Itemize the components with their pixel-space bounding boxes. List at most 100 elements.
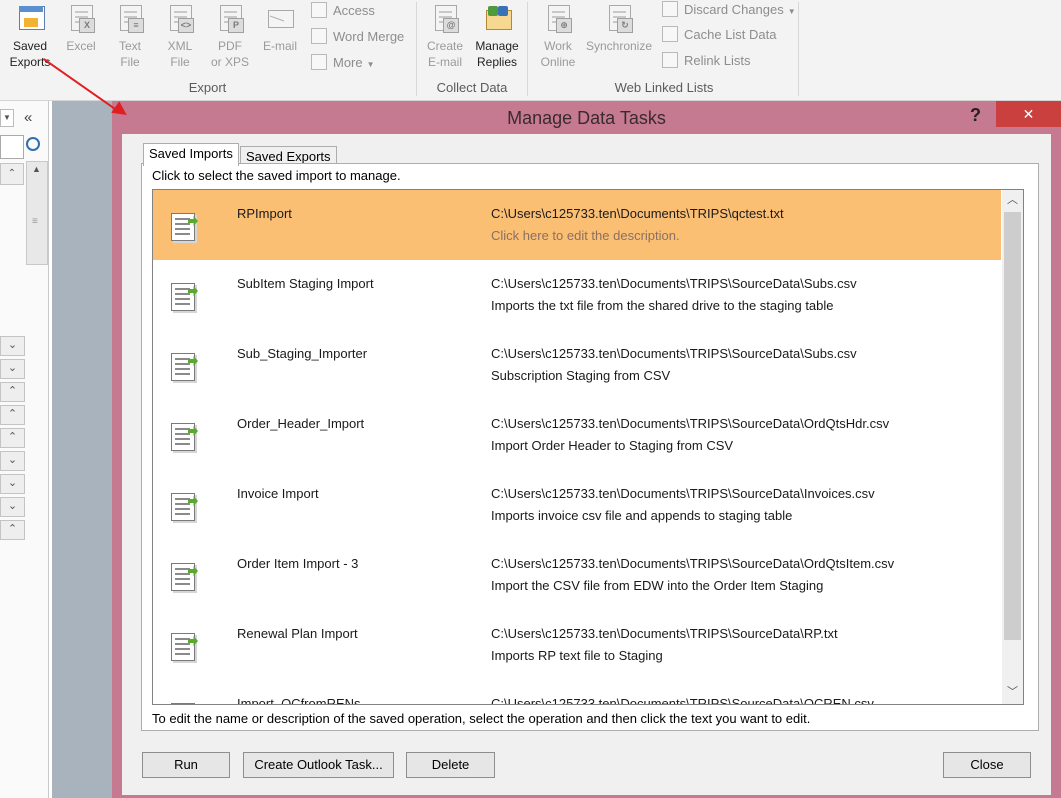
saved-imports-panel: Click to select the saved import to mana… xyxy=(141,163,1039,731)
relink-lists-button[interactable]: Relink Lists xyxy=(662,52,750,70)
more-export-button[interactable]: More ▼ xyxy=(311,54,375,72)
item-description[interactable]: Import Order Header to Staging from CSV xyxy=(491,438,733,453)
nav-group-toggle[interactable]: ⌄ xyxy=(0,474,25,494)
nav-scrollbar[interactable]: ▲ ≡ xyxy=(26,161,48,265)
chevron-up-icon[interactable]: ︿ xyxy=(1002,190,1023,210)
import-spec-icon xyxy=(171,630,198,661)
import-spec-icon xyxy=(171,210,198,241)
search-input[interactable] xyxy=(0,135,24,159)
collapse-pane-icon[interactable]: « xyxy=(24,109,32,126)
delete-button[interactable]: Delete xyxy=(406,752,495,778)
pdf-icon: P xyxy=(215,4,245,34)
group-separator xyxy=(798,2,799,96)
chevron-down-icon[interactable]: ﹀ xyxy=(1002,682,1023,702)
xml-file-icon: <> xyxy=(165,4,195,34)
import-spec-icon xyxy=(171,560,198,591)
nav-group-toggle[interactable]: ⌄ xyxy=(0,336,25,356)
export-excel-button[interactable]: X Excel xyxy=(53,4,109,54)
export-access-button[interactable]: Access xyxy=(311,2,375,20)
manage-replies-button[interactable]: Manage Replies xyxy=(469,4,525,70)
export-pdf-xps-button[interactable]: P PDF or XPS xyxy=(202,4,258,70)
list-item[interactable]: Renewal Plan Import C:\Users\c125733.ten… xyxy=(153,610,1001,680)
work-online-icon: ⊕ xyxy=(543,4,573,34)
list-item[interactable]: Invoice Import C:\Users\c125733.ten\Docu… xyxy=(153,470,1001,540)
close-window-button[interactable]: ✕ xyxy=(996,101,1061,127)
item-name[interactable]: Sub_Staging_Importer xyxy=(237,346,367,361)
list-item[interactable]: Order Item Import - 3 C:\Users\c125733.t… xyxy=(153,540,1001,610)
item-description[interactable]: Imports RP text file to Staging xyxy=(491,648,663,663)
group-label-collect-data: Collect Data xyxy=(436,80,508,95)
export-email-button[interactable]: E-mail xyxy=(252,4,308,54)
cache-list-data-button[interactable]: Cache List Data xyxy=(662,26,777,44)
list-item[interactable]: SubItem Staging Import C:\Users\c125733.… xyxy=(153,260,1001,330)
create-outlook-task-button[interactable]: Create Outlook Task... xyxy=(243,752,394,778)
item-name[interactable]: Order_Header_Import xyxy=(237,416,364,431)
discard-changes-button[interactable]: Discard Changes ▼ xyxy=(662,1,796,19)
item-path: C:\Users\c125733.ten\Documents\TRIPS\Sou… xyxy=(491,556,895,571)
item-name[interactable]: Order Item Import - 3 xyxy=(237,556,358,571)
saved-exports-button[interactable]: Saved Exports xyxy=(2,4,58,70)
synchronize-button[interactable]: ↻ Synchronize xyxy=(580,4,658,54)
item-description[interactable]: Imports the txt file from the shared dri… xyxy=(491,298,834,313)
list-item[interactable]: Sub_Staging_Importer C:\Users\c125733.te… xyxy=(153,330,1001,400)
list-item[interactable]: RPImport C:\Users\c125733.ten\Documents\… xyxy=(153,190,1001,260)
create-email-button[interactable]: @ Create E-mail xyxy=(417,4,473,70)
tab-saved-imports[interactable]: Saved Imports xyxy=(143,143,239,166)
item-path: C:\Users\c125733.ten\Documents\TRIPS\Sou… xyxy=(491,346,857,361)
nav-group-toggle[interactable]: ⌄ xyxy=(0,359,25,379)
nav-group-toggle[interactable]: ⌄ xyxy=(0,451,25,471)
dropdown-icon[interactable]: ▼ xyxy=(0,109,14,127)
group-label-export: Export xyxy=(188,80,227,95)
manage-replies-icon xyxy=(482,4,512,34)
list-item[interactable]: Import_QCfromRENs C:\Users\c125733.ten\D… xyxy=(153,680,1001,705)
navigation-pane: ▼ « ⌃ ▲ ≡ ⌄ ⌄ ⌃ ⌃ ⌃ ⌄ ⌄ ⌄ ⌃ xyxy=(0,101,49,798)
list-item[interactable]: Order_Header_Import C:\Users\c125733.ten… xyxy=(153,400,1001,470)
saved-imports-list[interactable]: RPImport C:\Users\c125733.ten\Documents\… xyxy=(152,189,1024,705)
item-description[interactable]: Import the CSV file from EDW into the Or… xyxy=(491,578,823,593)
item-description[interactable]: Imports invoice csv file and appends to … xyxy=(491,508,792,523)
help-icon[interactable]: ? xyxy=(970,105,981,126)
item-name[interactable]: Import_QCfromRENs xyxy=(237,696,361,704)
export-xml-file-button[interactable]: <> XML File xyxy=(152,4,208,70)
item-path: C:\Users\c125733.ten\Documents\TRIPS\Sou… xyxy=(491,696,874,705)
nav-group-toggle[interactable]: ⌃ xyxy=(0,428,25,448)
item-description[interactable]: Click here to edit the description. xyxy=(491,228,680,243)
item-description[interactable]: Subscription Staging from CSV xyxy=(491,368,670,383)
instruction-text: Click to select the saved import to mana… xyxy=(152,168,401,183)
chevron-down-icon: ▼ xyxy=(366,60,375,69)
chevron-down-icon: ▼ xyxy=(787,7,796,16)
nav-group-toggle[interactable]: ⌃ xyxy=(0,520,25,540)
item-name[interactable]: Renewal Plan Import xyxy=(237,626,358,641)
word-icon xyxy=(311,28,327,44)
scrollbar-thumb[interactable] xyxy=(1004,212,1021,640)
import-spec-icon xyxy=(171,350,198,381)
nav-group-toggle[interactable]: ⌃ xyxy=(0,405,25,425)
nav-group-toggle[interactable]: ⌃ xyxy=(0,382,25,402)
import-spec-icon xyxy=(171,700,197,704)
nav-group-toggle[interactable]: ⌄ xyxy=(0,497,25,517)
discard-icon xyxy=(662,1,678,17)
import-spec-icon xyxy=(171,280,198,311)
export-text-file-button[interactable]: ≡ Text File xyxy=(102,4,158,70)
relink-icon xyxy=(662,52,678,68)
more-icon xyxy=(311,54,327,70)
word-merge-button[interactable]: Word Merge xyxy=(311,28,404,46)
dialog-client-area: Saved Imports Saved Exports Click to sel… xyxy=(122,134,1051,795)
excel-icon: X xyxy=(66,4,96,34)
chevron-up-icon[interactable]: ⌃ xyxy=(0,163,24,185)
work-online-button[interactable]: ⊕ Work Online xyxy=(530,4,586,70)
search-icon[interactable] xyxy=(26,137,40,151)
item-name[interactable]: SubItem Staging Import xyxy=(237,276,374,291)
item-name[interactable]: Invoice Import xyxy=(237,486,319,501)
item-path: C:\Users\c125733.ten\Documents\TRIPS\Sou… xyxy=(491,626,838,641)
item-name[interactable]: RPImport xyxy=(237,206,292,221)
import-spec-icon xyxy=(171,420,198,451)
run-button[interactable]: Run xyxy=(142,752,230,778)
dialog-title: Manage Data Tasks xyxy=(507,108,666,128)
close-button[interactable]: Close xyxy=(943,752,1031,778)
access-icon xyxy=(311,2,327,18)
list-scrollbar[interactable]: ︿ ﹀ xyxy=(1002,190,1023,704)
item-path: C:\Users\c125733.ten\Documents\TRIPS\Sou… xyxy=(491,416,890,431)
synchronize-icon: ↻ xyxy=(604,4,634,34)
group-separator xyxy=(527,2,528,96)
